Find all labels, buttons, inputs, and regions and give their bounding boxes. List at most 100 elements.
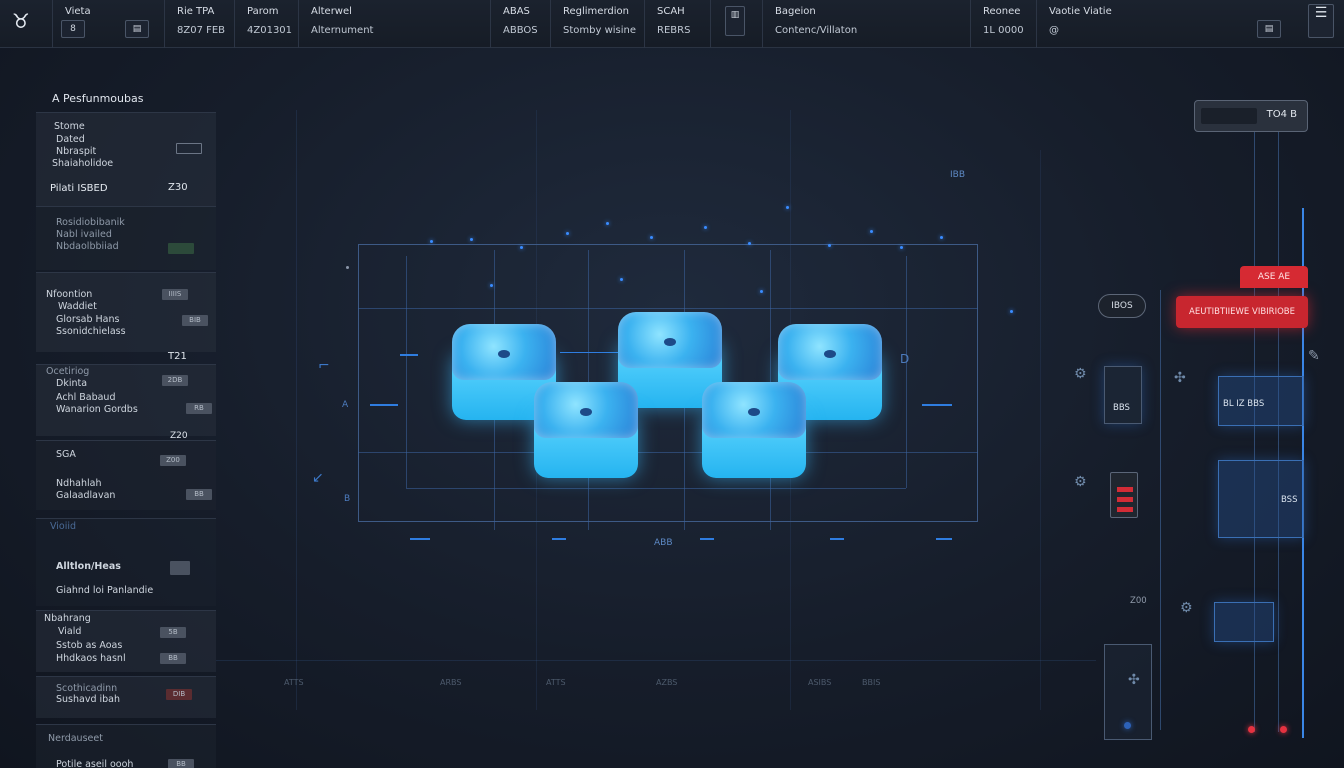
- status-chip: DIB: [166, 689, 192, 700]
- topbar-value: Stomby wisine: [563, 25, 637, 36]
- axis-tick: [410, 538, 430, 540]
- sidebar-item-label: Dkinta: [56, 378, 88, 389]
- axis-tick: [552, 538, 566, 540]
- device-icon[interactable]: ▥: [725, 6, 745, 36]
- topbar-column-9[interactable]: Bageion Contenc/Villaton: [762, 0, 970, 48]
- checkbox[interactable]: [176, 143, 202, 154]
- axis-tick: [936, 538, 952, 540]
- sidebar-item-label: Ocetiriog: [46, 366, 90, 377]
- cube-node[interactable]: [702, 382, 806, 478]
- cursor-icon: ⌐: [318, 358, 330, 374]
- topbar-column-3[interactable]: Parom 4Z01301: [234, 0, 298, 48]
- arrow-icon: ↙: [312, 470, 324, 486]
- topbar-column-2[interactable]: Rie TPA 8Z07 FEB: [164, 0, 234, 48]
- info-card[interactable]: [1214, 602, 1274, 642]
- particle: [566, 232, 569, 235]
- sidebar-block-4[interactable]: Ocetiriog Dkinta Achl Babaud Wanarion Go…: [36, 364, 216, 441]
- sidebar-item-label: Nbraspit: [56, 146, 97, 157]
- sidebar-item-label: Stome: [54, 121, 85, 132]
- particle: [470, 238, 473, 241]
- status-chip: 5B: [160, 627, 186, 638]
- metric-value: Z30: [168, 182, 188, 193]
- grid-line: [296, 110, 297, 710]
- panel-icon[interactable]: ▤: [1257, 20, 1281, 38]
- sidebar-block-7[interactable]: Nbahrang Viald Sstob as Aoas Hhdkaos has…: [36, 610, 216, 672]
- particle: [940, 236, 943, 239]
- axis-tick: [830, 538, 844, 540]
- cube-core: [824, 350, 836, 358]
- sidebar-block-5[interactable]: SGA Ndhahlah Galaadlavan Z00 BB: [36, 440, 216, 510]
- card-label: BBS: [1113, 403, 1130, 413]
- menu-icon[interactable]: ☰: [1308, 4, 1334, 38]
- pen-icon[interactable]: ✎: [1308, 348, 1320, 364]
- alert-tag[interactable]: ASE AE: [1240, 266, 1308, 288]
- grid-line: [216, 660, 1096, 661]
- alert-dot: [1280, 726, 1287, 733]
- card-label: BL IZ BBS: [1223, 399, 1265, 409]
- sidebar-block-6[interactable]: Vioiid Alltlon/Heas Giahnd loi Panlandie: [36, 518, 216, 606]
- particle: [490, 284, 493, 287]
- panel-divider: [1254, 132, 1255, 732]
- axis-tick: [370, 404, 398, 406]
- topbar-column-7[interactable]: SCAH REBRS: [644, 0, 710, 48]
- particle: [346, 266, 349, 269]
- topbar-column-6[interactable]: Reglimerdion Stomby wisine: [550, 0, 644, 48]
- status-pill[interactable]: IBOS: [1098, 294, 1146, 318]
- device-card[interactable]: BBS: [1104, 366, 1142, 424]
- particle: [870, 230, 873, 233]
- sidebar-block-3[interactable]: Nfoontion Waddiet Glorsab Hans Ssonidchi…: [36, 272, 216, 352]
- grid-icon[interactable]: ▤: [125, 20, 149, 38]
- sidebar-block-1[interactable]: Stome Dated Nbraspit Shaiaholidoe Pilati…: [36, 112, 216, 206]
- search-input-field[interactable]: [1201, 108, 1257, 124]
- topbar-column-11[interactable]: Vaotie Viatie @ ▤: [1036, 0, 1281, 48]
- sidebar-block-2[interactable]: Rosidiobibanik Nabl ivailed Nbdaolbbiiad: [36, 206, 216, 270]
- red-indicator-bar: [1117, 487, 1133, 492]
- topbar-mini-box[interactable]: 8: [61, 20, 85, 38]
- sidebar-item-label: Ssonidchielass: [56, 326, 126, 337]
- sidebar-item-label: Alltlon/Heas: [56, 561, 121, 572]
- topbar-column-10[interactable]: Reonee 1L 0000: [970, 0, 1036, 48]
- alert-banner[interactable]: AEUTIBTIIEWE VIBIRIOBE: [1176, 296, 1308, 328]
- topbar-column-1[interactable]: Vieta 8 ▤: [52, 0, 164, 48]
- app-logo-icon[interactable]: ♉: [8, 8, 34, 34]
- axis-tick: [400, 354, 418, 356]
- panel-label: Z00: [1130, 596, 1147, 606]
- sidebar-item-label: Sstob as Aoas: [56, 640, 123, 651]
- topbar-label: Bageion: [775, 6, 816, 17]
- panel-divider: [1278, 132, 1279, 732]
- gear-icon[interactable]: ⚙: [1074, 366, 1087, 382]
- axis-label: D: [900, 352, 910, 366]
- gear-icon[interactable]: ⚙: [1180, 600, 1193, 616]
- topbar-value: 8Z07 FEB: [177, 25, 226, 36]
- network-icon[interactable]: ✣: [1128, 672, 1140, 688]
- topbar-column-5[interactable]: ABAS ABBOS: [490, 0, 550, 48]
- topbar-column-8[interactable]: ▥: [710, 0, 762, 48]
- cube-node[interactable]: [534, 382, 638, 478]
- sidebar-item-label: SGA: [56, 449, 76, 460]
- status-chip: RB: [186, 403, 212, 414]
- grid-line: [906, 256, 907, 488]
- sidebar-item-label: Galaadlavan: [56, 490, 116, 501]
- info-card[interactable]: BL IZ BBS: [1218, 376, 1304, 426]
- info-card[interactable]: BSS: [1218, 460, 1304, 538]
- top-bar: ♉ Vieta 8 ▤ Rie TPA 8Z07 FEB Parom 4Z013…: [0, 0, 1344, 48]
- sidebar-block-9[interactable]: Nerdauseet Potile aseil oooh BB: [36, 724, 216, 768]
- gear-icon[interactable]: ⚙: [1074, 474, 1087, 490]
- sidebar-item-label: Nbahrang: [44, 613, 91, 624]
- network-icon[interactable]: ✣: [1174, 370, 1186, 386]
- topbar-value: REBRS: [657, 25, 691, 36]
- red-indicator-bar: [1117, 497, 1133, 502]
- status-chip: BB: [186, 489, 212, 500]
- search-input[interactable]: TO4 B: [1194, 100, 1308, 132]
- axis-tick: [922, 404, 952, 406]
- topbar-label: Parom: [247, 6, 279, 17]
- sidebar-item-label: Vioiid: [50, 521, 77, 532]
- panel-divider: [1160, 290, 1161, 730]
- particle: [650, 236, 653, 239]
- sidebar-block-8[interactable]: Scothicadinn Sushavd ibah DIB: [36, 676, 216, 718]
- topbar-column-4[interactable]: Alterwel Alternument: [298, 0, 490, 48]
- sidebar-item-label: Wanarion Gordbs: [56, 404, 138, 415]
- cube-core: [498, 350, 510, 358]
- sidebar-item-label: Glorsab Hans: [56, 314, 120, 325]
- topbar-label: Alterwel: [311, 6, 352, 17]
